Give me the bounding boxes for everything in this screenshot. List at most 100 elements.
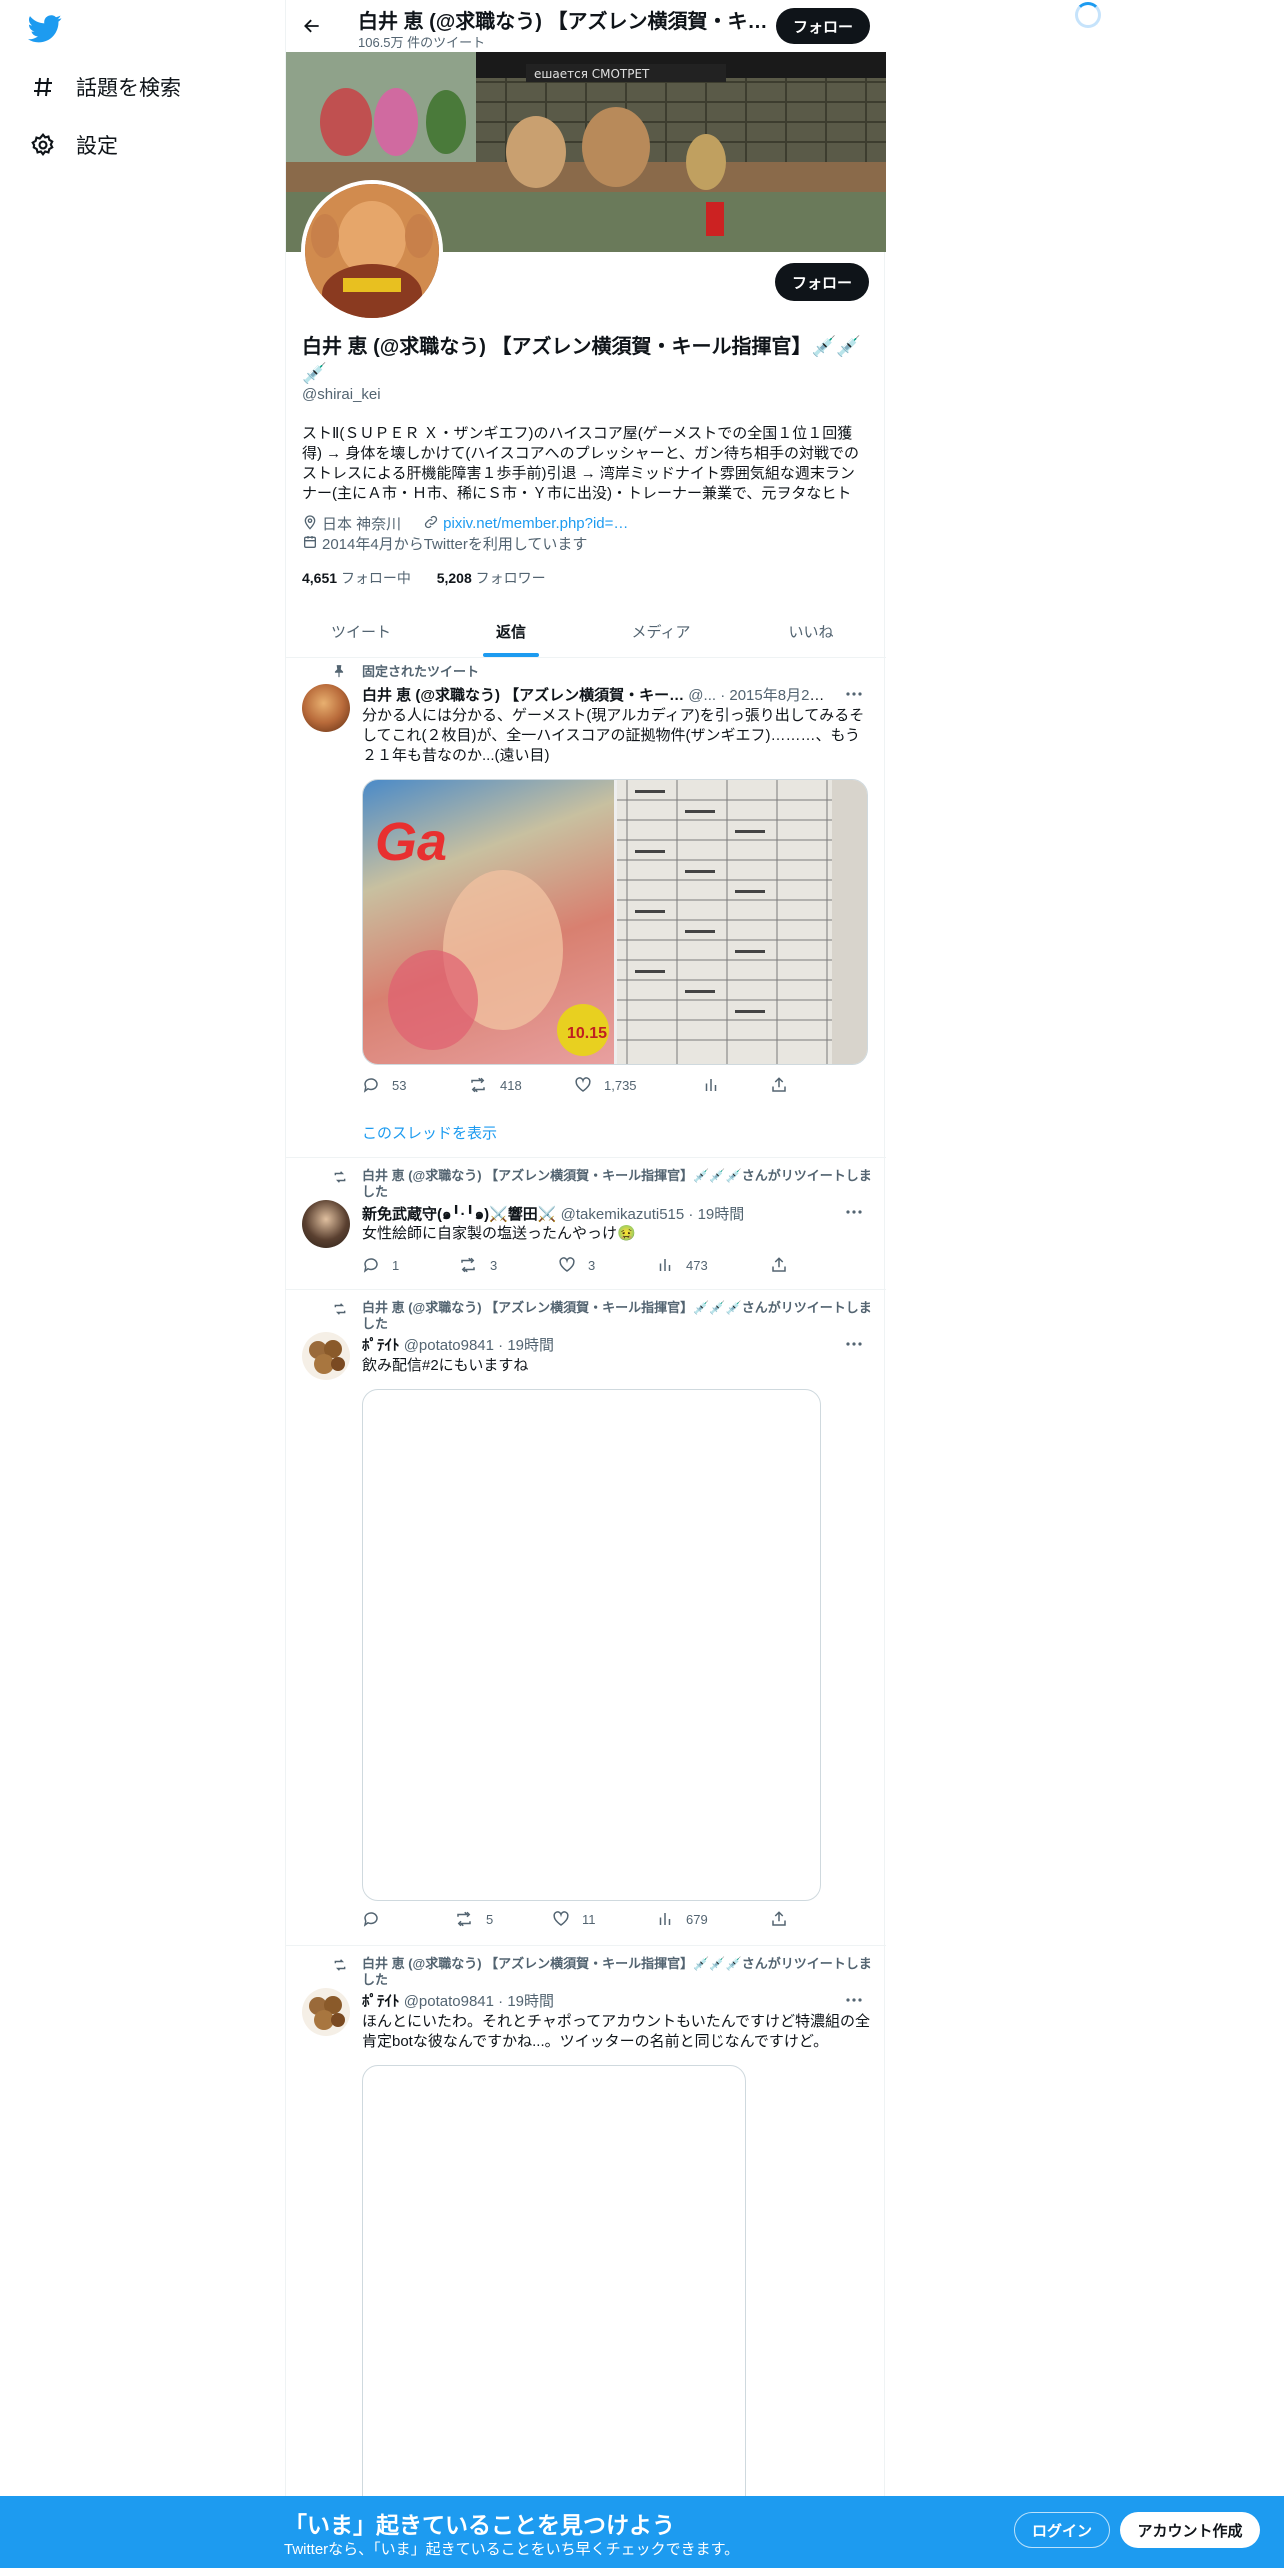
like-button[interactable]: 3 [558, 1256, 595, 1274]
tweet-avatar[interactable] [302, 1200, 350, 1248]
tweet-media[interactable]: Ga 10.15 [362, 779, 868, 1065]
share-button[interactable] [770, 1910, 800, 1928]
tweet-author-name[interactable]: 新免武蔵守(๑╹·╹๑)⚔️響田⚔️ [362, 1206, 556, 1223]
header-follow-button[interactable]: フォロー [776, 8, 870, 44]
share-button[interactable] [770, 1076, 800, 1094]
twitter-logo-icon[interactable] [28, 14, 62, 44]
pin-icon [332, 664, 350, 680]
tweet-avatar[interactable] [302, 1988, 350, 2036]
hashtag-icon [28, 72, 58, 102]
view-count: 473 [686, 1257, 708, 1273]
signup-banner-subtitle: Twitterなら、「いま」起きていることをいち早くチェックできます。 [284, 2541, 740, 2558]
pinned-label: 固定されたツイート [362, 664, 480, 679]
svg-text:10.15: 10.15 [567, 1025, 607, 1042]
retweet-button[interactable]: 418 [468, 1076, 522, 1094]
header-tweet-count: 106.5万 件のツイート [358, 35, 486, 50]
retweet-count: 418 [500, 1077, 522, 1093]
profile-handle: @shirai_kei [302, 386, 381, 403]
tweet-media-placeholder[interactable] [362, 1389, 821, 1901]
tweet-media-placeholder[interactable] [362, 2065, 746, 2545]
tweet-avatar[interactable] [302, 684, 350, 732]
profile-header-bar: 白井 恵 (@求職なう) 【アズレン横須賀・キール指揮官】💉💉💉 106.5万 … [286, 0, 886, 52]
back-arrow-icon[interactable] [298, 12, 326, 40]
more-icon[interactable] [842, 1202, 866, 1222]
heart-icon [553, 1911, 569, 1926]
calendar-icon [302, 534, 318, 554]
tweet-text: 女性絵師に自家製の塩送ったんやっけ🤢 [362, 1225, 636, 1242]
header-profile-name: 白井 恵 (@求職なう) 【アズレン横須賀・キール指揮官】💉💉💉 [358, 11, 778, 33]
nav-explore[interactable]: 話題を検索 [28, 67, 181, 107]
more-icon[interactable] [842, 1990, 866, 2010]
analytics-button[interactable] [702, 1076, 732, 1094]
tab-media[interactable]: メディア [586, 606, 736, 657]
tab-tweets[interactable]: ツイート [286, 606, 436, 657]
profile-follow-button[interactable]: フォロー [775, 263, 869, 301]
profile-joined-date: 2014年4月からTwitterを利用しています [322, 536, 588, 553]
tweet-photo-magazine[interactable]: Ga 10.15 [363, 780, 614, 1064]
profile-bio: ストⅡ(ＳＵＰＥＲ Ｘ・ザンギエフ)のハイスコア屋(ゲーメストでの全国１位１回獲… [302, 425, 859, 502]
followers-count: 5,208 [436, 570, 472, 586]
like-button[interactable]: 1,735 [574, 1076, 637, 1094]
tab-replies[interactable]: 返信 [436, 606, 586, 657]
retweet-context: 白井 恵 (@求職なう) 【アズレン横須賀・キール指揮官】💉💉💉さんがリツイート… [362, 1168, 872, 1199]
login-button[interactable]: ログイン [1014, 2512, 1110, 2548]
tweet-retweeted-1[interactable]: 白井 恵 (@求職なう) 【アズレン横須賀・キール指揮官】💉💉💉さんがリツイート… [286, 1158, 886, 1290]
reply-button[interactable]: 1 [362, 1256, 399, 1274]
share-button[interactable] [770, 1256, 800, 1274]
like-button[interactable]: 11 [552, 1910, 596, 1928]
reply-count: 53 [392, 1077, 407, 1093]
retweet-context-icon [332, 1958, 350, 1974]
following-link[interactable]: 4,651 フォロー中 [302, 570, 411, 586]
tweet-header: 新免武蔵守(๑╹·╹๑)⚔️響田⚔️ @takemikazuti515 · 19… [362, 1202, 832, 1226]
following-label: フォロー中 [340, 570, 411, 586]
retweet-icon [461, 1257, 475, 1273]
tweet-retweeted-2[interactable]: 白井 恵 (@求職なう) 【アズレン横須賀・キール指揮官】💉💉💉さんがリツイート… [286, 1290, 886, 1946]
show-thread-link[interactable]: このスレッドを表示 [362, 1122, 497, 1143]
followers-link[interactable]: 5,208 フォロワー [437, 570, 546, 586]
reply-button[interactable] [362, 1910, 392, 1928]
tweet-author-name[interactable]: 白井 恵 (@求職なう) 【アズレン横須賀・キー… [362, 687, 684, 704]
tab-likes[interactable]: いいね [736, 606, 886, 657]
location-pin-icon [302, 514, 318, 534]
tweet-author-name[interactable]: ﾎﾟﾃｲﾄ [362, 1993, 400, 2010]
tweet-author-meta[interactable]: @potato9841 · 19時間 [404, 1337, 554, 1354]
tweet-author-meta[interactable]: @... · 2015年8月28日 [688, 687, 832, 704]
profile-display-name: 白井 恵 (@求職なう) 【アズレン横須賀・キール指揮官】💉💉💉 [302, 336, 862, 385]
tweet-retweeted-3[interactable]: 白井 恵 (@求職なう) 【アズレン横須賀・キール指揮官】💉💉💉さんがリツイート… [286, 1946, 886, 2568]
retweet-icon [457, 1911, 471, 1927]
svg-text:ешается СМОТРЕТ: ешается СМОТРЕТ [534, 67, 650, 81]
tweet-author-name[interactable]: ﾎﾟﾃｲﾄ [362, 1337, 400, 1354]
tweet-header: ﾎﾟﾃｲﾄ @potato9841 · 19時間 [362, 1334, 832, 1355]
tweet-avatar[interactable] [302, 1332, 350, 1380]
loading-spinner-icon [1075, 2, 1101, 28]
like-count: 1,735 [604, 1077, 637, 1093]
like-count: 3 [588, 1257, 596, 1273]
view-count: 679 [686, 1911, 708, 1927]
following-count: 4,651 [302, 570, 338, 586]
tweet-actions: 1 3 3 473 [362, 1256, 787, 1276]
signup-button[interactable]: アカウント作成 [1120, 2512, 1260, 2548]
bar-chart-icon [705, 1079, 717, 1091]
share-icon [772, 1911, 786, 1926]
retweet-count: 5 [486, 1911, 494, 1927]
tweet-text: 分かる人には分かる、ゲーメスト(現アルカディア)を引っ張り出してみるそしてこれ(… [362, 707, 865, 764]
tweet-photo-score-table[interactable] [617, 780, 867, 1064]
retweet-button[interactable]: 3 [458, 1256, 497, 1274]
profile-website-link[interactable]: pixiv.net/member.php?id=… [443, 515, 628, 532]
profile-avatar[interactable] [301, 180, 443, 322]
retweet-button[interactable]: 5 [454, 1910, 493, 1928]
retweet-context: 白井 恵 (@求職なう) 【アズレン横須賀・キール指揮官】💉💉💉さんがリツイート… [362, 1300, 872, 1331]
analytics-button[interactable]: 679 [656, 1910, 708, 1928]
retweet-icon [471, 1077, 485, 1093]
more-icon[interactable] [842, 1334, 866, 1354]
reply-button[interactable]: 53 [362, 1076, 406, 1094]
more-icon[interactable] [842, 684, 866, 704]
like-count: 11 [582, 1911, 596, 1927]
nav-settings[interactable]: 設定 [28, 125, 118, 165]
tweet-author-meta[interactable]: @potato9841 · 19時間 [404, 1993, 554, 2010]
tweet-author-meta[interactable]: @takemikazuti515 · 19時間 [561, 1206, 745, 1223]
reply-icon [363, 1258, 378, 1273]
analytics-button[interactable]: 473 [656, 1256, 708, 1274]
nav-settings-label: 設定 [76, 135, 118, 158]
tweet-pinned[interactable]: 固定されたツイート 白井 恵 (@求職なう) 【アズレン横須賀・キー… @...… [286, 658, 886, 1158]
